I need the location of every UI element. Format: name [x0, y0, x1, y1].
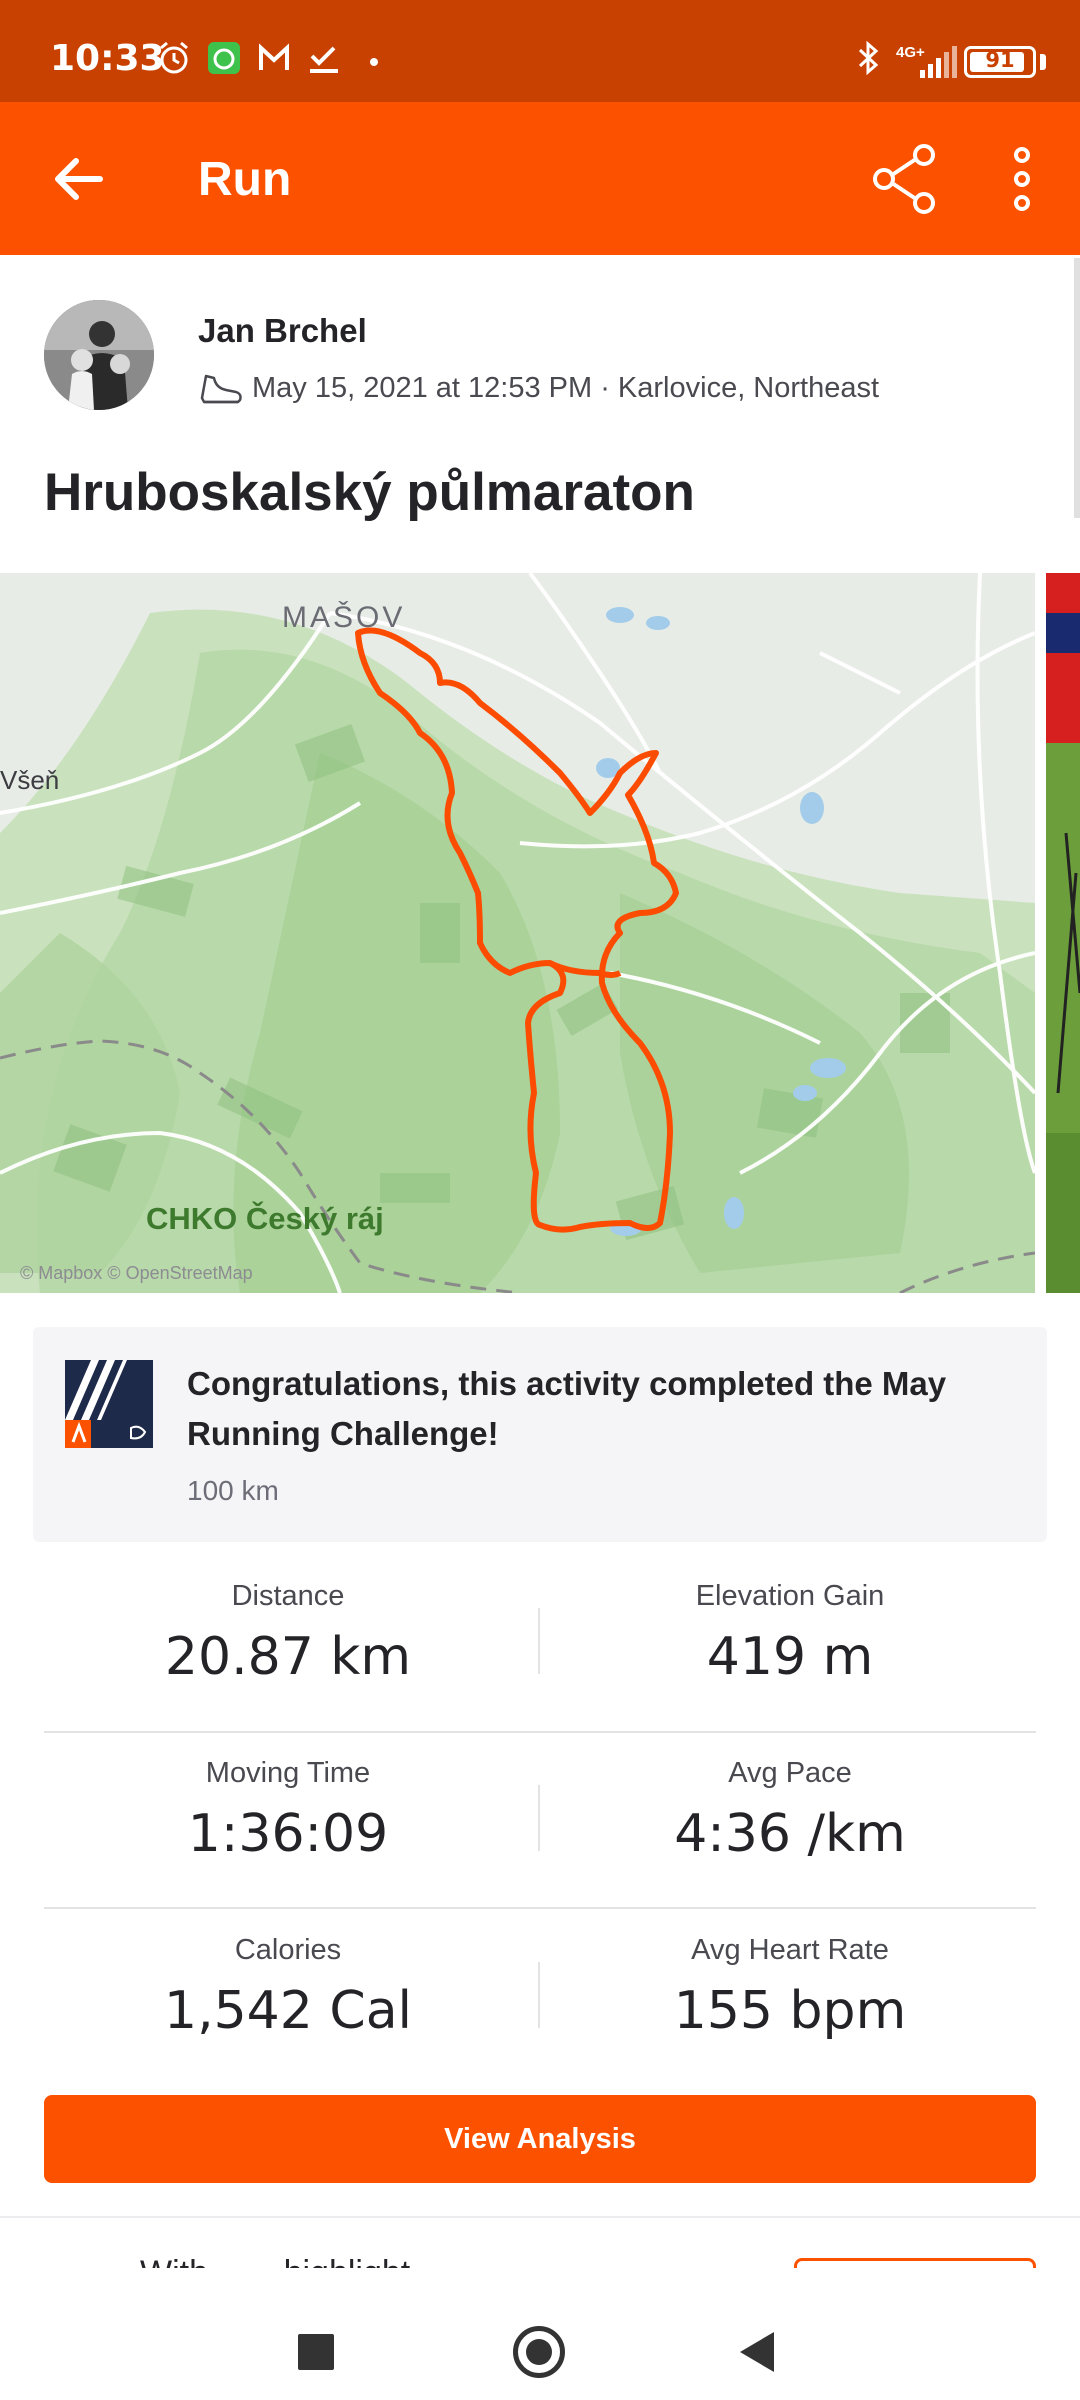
row-divider [44, 1907, 1036, 1909]
check-download-icon [310, 46, 338, 73]
stat-label: Elevation Gain [695, 1580, 885, 1612]
stat-value: 20.87 km [164, 1627, 412, 1687]
section-divider [0, 2216, 1080, 2218]
stat-calories: Calories 1,542 Cal [38, 1934, 538, 2041]
alarm-icon [160, 41, 188, 74]
app-bar: Run [0, 102, 1080, 255]
stat-value: 4:36 /km [674, 1804, 906, 1864]
arrow-left-icon [55, 158, 103, 200]
signal-icon [920, 46, 957, 78]
stat-value: 155 bpm [673, 1981, 907, 2041]
stat-value: 1:36:09 [187, 1804, 389, 1864]
avatar-photo [44, 300, 154, 410]
share-button[interactable] [864, 139, 944, 219]
system-nav-bar [0, 2268, 1080, 2400]
activity-meta: May 15, 2021 at 12:53 PM · Karlovice, No… [198, 368, 879, 408]
gmail-icon [259, 43, 289, 70]
stat-label: Distance [231, 1580, 345, 1612]
bluetooth-icon [858, 40, 879, 76]
photo-image [1046, 573, 1080, 1293]
home-button[interactable] [513, 2326, 565, 2378]
recents-button[interactable] [298, 2334, 334, 2370]
battery-text: 91 [985, 48, 1015, 72]
map-label-town: MAŠOV [282, 601, 406, 634]
stat-value: 419 m [706, 1627, 874, 1687]
back-nav-button[interactable] [740, 2332, 774, 2372]
stat-label: Avg Heart Rate [691, 1934, 889, 1966]
challenge-badge-icon [65, 1360, 153, 1448]
map-canvas [0, 573, 1035, 1293]
stat-distance: Distance 20.87 km [38, 1580, 538, 1687]
challenge-goal: 100 km [187, 1475, 279, 1506]
stat-elevation-gain: Elevation Gain 419 m [540, 1580, 1040, 1687]
stat-label: Avg Pace [728, 1757, 852, 1789]
more-options-button[interactable] [982, 139, 1042, 219]
battery-nub [1040, 54, 1046, 70]
stat-label: Calories [234, 1934, 342, 1966]
home-icon [526, 2339, 552, 2365]
share-icon [873, 144, 935, 214]
app-notification-icon [208, 42, 240, 74]
battery-indicator: 91 [964, 46, 1036, 78]
stat-value: 1,542 Cal [163, 1981, 412, 2041]
map-attribution[interactable]: © Mapbox © OpenStreetMap [20, 1263, 253, 1284]
dot-icon [370, 58, 378, 66]
view-analysis-button[interactable]: View Analysis [44, 2095, 1036, 2183]
map-label-park: CHKO Český ráj [146, 1201, 384, 1236]
activity-date-location: May 15, 2021 at 12:53 PM · Karlovice, No… [252, 371, 880, 404]
stat-moving-time: Moving Time 1:36:09 [38, 1757, 538, 1864]
challenge-card[interactable]: Congratulations, this activity completed… [33, 1327, 1047, 1542]
activity-map[interactable]: MAŠOV Všeň CHKO Český ráj © Mapbox © Ope… [0, 573, 1035, 1293]
scroll-indicator [1074, 258, 1080, 518]
activity-photo-thumbnail[interactable] [1046, 573, 1080, 1293]
avatar[interactable] [44, 300, 154, 410]
shoe-icon [200, 374, 242, 404]
row-divider [44, 1731, 1036, 1733]
challenge-message: Congratulations, this activity completed… [187, 1365, 947, 1452]
status-bar: 10:33 4G+ 91 [0, 0, 1080, 102]
page-title: Run [198, 153, 292, 206]
athlete-name[interactable]: Jan Brchel [198, 312, 367, 350]
stat-avg-heart-rate: Avg Heart Rate 155 bpm [540, 1934, 1040, 2041]
more-vertical-icon [1014, 147, 1030, 211]
activity-title: Hruboskalský půlmaraton [44, 463, 695, 522]
map-label-west: Všeň [0, 765, 60, 795]
status-time: 10:33 [50, 38, 165, 79]
back-button[interactable] [40, 139, 120, 219]
stat-label: Moving Time [205, 1757, 371, 1789]
stat-avg-pace: Avg Pace 4:36 /km [540, 1757, 1040, 1864]
